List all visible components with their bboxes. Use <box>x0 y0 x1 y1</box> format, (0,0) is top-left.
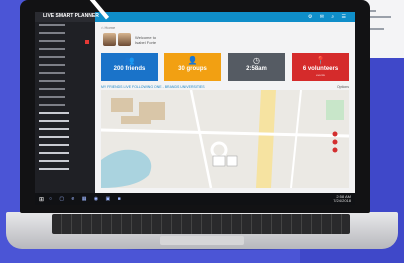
app-title: LIVE SMART PLANNER <box>43 13 99 19</box>
sidebar-item[interactable] <box>35 31 95 38</box>
sidebar-section[interactable] <box>35 167 95 174</box>
sidebar-section[interactable] <box>35 151 95 158</box>
avatar[interactable] <box>118 33 131 46</box>
top-bar: LIVE SMART PLANNER ⚙ ✉ ⌕ ☰ <box>43 12 355 22</box>
stat-card-groups[interactable]: 👤 30 groups <box>164 53 221 81</box>
sidebar-section[interactable] <box>35 135 95 142</box>
map-graphic <box>101 90 349 188</box>
clock-icon: ◷ <box>253 56 260 65</box>
welcome-text: Welcome to Isabel Forte <box>135 35 156 45</box>
sidebar-item[interactable] <box>35 71 95 78</box>
stat-card-friends[interactable]: 👥 200 friends <box>101 53 158 81</box>
clock[interactable]: 2:58 AM 7/24/2018 <box>333 195 351 203</box>
sidebar-item[interactable] <box>35 23 95 30</box>
topbar-icons[interactable]: ⚙ ✉ ⌕ ☰ <box>308 14 349 20</box>
sidebar-section[interactable] <box>35 127 95 134</box>
sidebar-item[interactable] <box>35 103 95 110</box>
map[interactable] <box>101 90 349 188</box>
keyboard <box>52 214 350 234</box>
breadcrumb[interactable]: ⌂ Home <box>101 25 115 30</box>
sidebar-item[interactable] <box>35 87 95 94</box>
map-title: MY FRIENDS LIVE FOLLOWING ONE - BRANDS U… <box>101 85 205 89</box>
avatar[interactable] <box>103 33 116 46</box>
sidebar-item[interactable] <box>35 39 95 46</box>
screen: LIVE SMART PLANNER ⚙ ✉ ⌕ ☰ ⌂ Home Welcom… <box>35 12 355 205</box>
stats-row: 👥 200 friends 👤 30 groups ◷ 2:58am 📍 6 v… <box>101 53 349 83</box>
sidebar-item[interactable] <box>35 95 95 102</box>
sidebar-item[interactable] <box>35 63 95 70</box>
stat-card-time[interactable]: ◷ 2:58am <box>228 53 285 81</box>
windows-icon[interactable]: ⊞ <box>39 196 44 203</box>
stat-label: 200 friends <box>113 66 146 72</box>
taskbar-apps[interactable]: ○ ▢ e ▦ ◉ ▣ ■ <box>49 196 124 202</box>
user-name: Isabel Forte <box>135 40 157 45</box>
clock-date: 7/24/2018 <box>333 198 351 203</box>
trackpad <box>160 236 244 245</box>
sidebar-section[interactable] <box>35 111 95 118</box>
sidebar-section[interactable] <box>35 119 95 126</box>
sidebar-item[interactable] <box>35 79 95 86</box>
stat-card-volunteers[interactable]: 📍 6 volunteers events <box>292 53 349 81</box>
sidebar-item[interactable] <box>35 47 95 54</box>
sidebar <box>35 12 95 193</box>
people-icon: 👥 <box>124 56 135 65</box>
stat-label: 2:58am <box>246 66 267 72</box>
group-icon: 👤 <box>187 56 198 65</box>
sidebar-section[interactable] <box>35 159 95 166</box>
sidebar-item[interactable] <box>35 55 95 62</box>
taskbar: ⊞ ○ ▢ e ▦ ◉ ▣ ■ 2:58 AM 7/24/2018 <box>35 193 355 205</box>
map-pin-icon: 📍 <box>315 56 326 65</box>
user-row: Welcome to Isabel Forte <box>101 33 349 49</box>
sidebar-section[interactable] <box>35 143 95 150</box>
map-options[interactable]: Options <box>337 85 349 89</box>
stat-sub: events <box>316 73 325 77</box>
stat-label: 6 volunteers <box>302 66 339 72</box>
main-content: ⌂ Home Welcome to Isabel Forte 👥 200 fri… <box>95 22 355 193</box>
stat-label: 30 groups <box>178 66 207 72</box>
